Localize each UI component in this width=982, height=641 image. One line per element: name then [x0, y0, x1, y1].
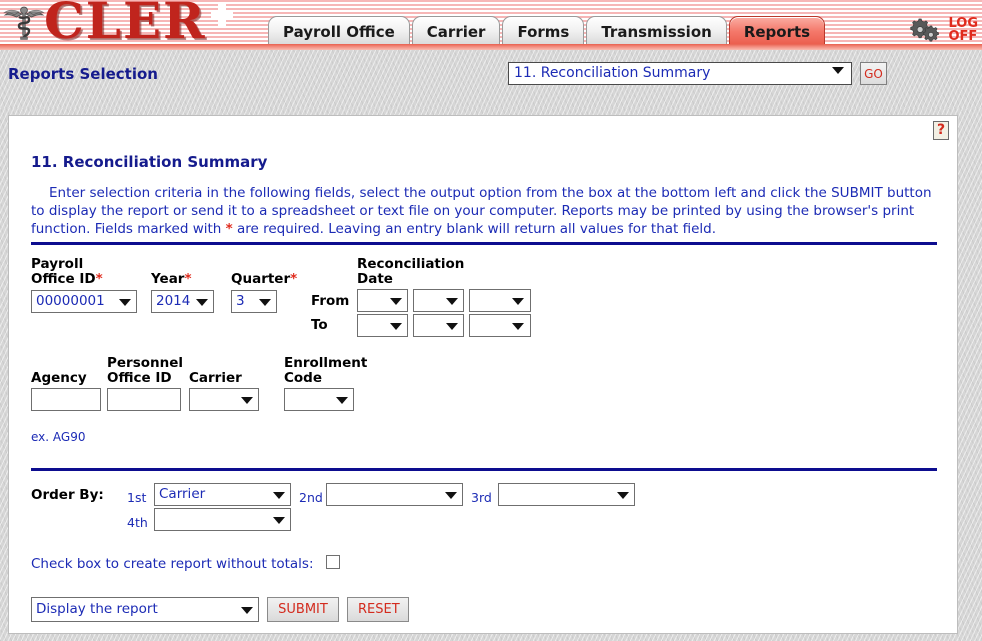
no-totals-checkbox-label: Check box to create report without total…: [31, 556, 314, 572]
quarter-required-mark: *: [290, 271, 298, 287]
payroll-office-label-line1: Payroll: [31, 256, 84, 272]
to-month-select[interactable]: [357, 314, 408, 337]
order-by-2nd-select[interactable]: [326, 483, 463, 506]
section-divider-bottom: [31, 468, 937, 471]
instructions-part2: are required. Leaving an entry blank wil…: [232, 221, 717, 237]
order-by-3rd-select[interactable]: [498, 483, 635, 506]
order-by-label: Order By:: [31, 487, 104, 503]
medical-cross-icon: [211, 4, 233, 26]
reports-selection-bar: Reports Selection 11. Reconciliation Sum…: [0, 50, 982, 108]
enrollment-label-line1: Enrollment: [284, 355, 368, 371]
quarter-select[interactable]: 3: [231, 290, 277, 313]
section-divider-top: [31, 242, 937, 245]
recon-date-label-line1: Reconciliation: [357, 256, 465, 272]
go-button[interactable]: GO: [860, 62, 887, 85]
enrollment-code-label: Enrollment Code: [284, 356, 367, 386]
order-by-1st-label: 1st: [127, 490, 147, 505]
year-select[interactable]: 2014: [151, 290, 214, 313]
personnel-office-id-label: Personnel Office ID: [107, 356, 183, 386]
carrier-label: Carrier: [189, 370, 242, 386]
agency-input[interactable]: [31, 388, 101, 411]
carrier-select[interactable]: [189, 388, 259, 411]
order-by-2nd-label: 2nd: [299, 490, 323, 505]
submit-button[interactable]: SUBMIT: [267, 597, 339, 622]
from-day-select[interactable]: [413, 289, 464, 312]
gears-icon: [910, 18, 940, 42]
personnel-label-line2: Office ID: [107, 370, 172, 386]
enrollment-label-line2: Code: [284, 370, 323, 386]
tab-reports[interactable]: Reports: [728, 16, 826, 46]
tab-forms[interactable]: Forms: [502, 16, 585, 46]
reconciliation-date-label: Reconciliation Date: [357, 257, 464, 287]
app-header: CLER Payroll Office Carrier Forms Transm…: [0, 0, 982, 50]
page-background: ? 11. Reconciliation Summary Enter selec…: [0, 108, 982, 641]
app-logo-text: CLER: [44, 0, 207, 50]
agency-label: Agency: [31, 370, 87, 386]
report-title: 11. Reconciliation Summary: [31, 153, 268, 171]
personnel-label-line1: Personnel: [107, 355, 184, 371]
report-select-dropdown[interactable]: 11. Reconciliation Summary: [508, 62, 852, 85]
tab-carrier[interactable]: Carrier: [411, 16, 501, 46]
main-navigation-tabs: Payroll Office Carrier Forms Transmissio…: [268, 12, 827, 46]
payroll-office-id-label: Payroll Office ID*: [31, 257, 103, 287]
personnel-office-id-input[interactable]: [107, 388, 181, 411]
year-label: Year*: [151, 272, 192, 287]
order-by-1st-select[interactable]: Carrier: [154, 483, 291, 506]
logoff-label-line2: OFF: [948, 29, 978, 44]
order-by-3rd-label: 3rd: [471, 490, 492, 505]
to-year-select[interactable]: [469, 314, 531, 337]
payroll-office-label-line2: Office ID: [31, 271, 96, 287]
agency-hint: ex. AG90: [31, 430, 86, 444]
from-label: From: [311, 293, 350, 309]
page-title: Reports Selection: [8, 65, 158, 83]
reset-button[interactable]: RESET: [347, 597, 409, 622]
tab-transmission[interactable]: Transmission: [586, 16, 727, 46]
recon-date-label-line2: Date: [357, 271, 393, 287]
tab-payroll-office[interactable]: Payroll Office: [268, 16, 410, 46]
year-label-text: Year: [151, 271, 185, 287]
enrollment-code-select[interactable]: [284, 388, 354, 411]
quarter-label-text: Quarter: [231, 271, 291, 287]
instructions-text: Enter selection criteria in the followin…: [31, 184, 937, 238]
logoff-area[interactable]: LOG OFF: [908, 16, 978, 44]
no-totals-checkbox[interactable]: [326, 555, 340, 569]
from-year-select[interactable]: [469, 289, 531, 312]
year-required-mark: *: [184, 271, 192, 287]
logoff-button[interactable]: LOG OFF: [948, 17, 978, 43]
order-by-4th-select[interactable]: [154, 508, 291, 531]
quarter-label: Quarter*: [231, 272, 297, 287]
help-icon[interactable]: ?: [933, 121, 949, 140]
required-asterisk: *: [225, 221, 233, 237]
report-criteria-panel: ? 11. Reconciliation Summary Enter selec…: [8, 115, 958, 634]
order-by-4th-label: 4th: [127, 515, 148, 530]
payroll-office-required-mark: *: [95, 271, 103, 287]
to-label: To: [311, 317, 328, 333]
payroll-office-id-select[interactable]: 00000001: [31, 290, 137, 313]
from-month-select[interactable]: [357, 289, 408, 312]
caduceus-icon: [3, 6, 45, 40]
output-option-select[interactable]: Display the report: [31, 597, 259, 622]
to-day-select[interactable]: [413, 314, 464, 337]
